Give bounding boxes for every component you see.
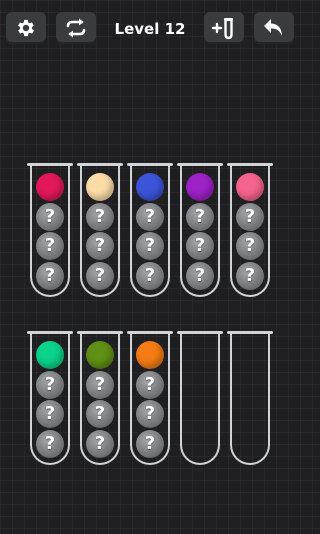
hidden-ball: ? xyxy=(86,232,114,260)
hidden-ball: ? xyxy=(136,203,164,231)
color-ball xyxy=(86,341,114,369)
question-mark: ? xyxy=(44,206,56,227)
color-ball xyxy=(36,341,64,369)
hidden-ball: ? xyxy=(186,203,214,231)
color-ball xyxy=(136,173,164,201)
question-mark: ? xyxy=(244,265,256,286)
tube-2[interactable]: ??? xyxy=(77,163,123,297)
hidden-ball: ? xyxy=(136,430,164,458)
question-mark: ? xyxy=(44,433,56,454)
color-ball xyxy=(86,173,114,201)
hidden-ball: ? xyxy=(36,371,64,399)
hidden-ball: ? xyxy=(86,371,114,399)
shuffle-icon xyxy=(64,17,88,39)
top-bar: Level 12 xyxy=(0,0,300,60)
color-ball xyxy=(186,173,214,201)
hidden-ball: ? xyxy=(236,262,264,290)
level-title: Level 12 xyxy=(114,20,186,38)
hidden-ball: ? xyxy=(136,400,164,428)
color-ball xyxy=(36,173,64,201)
question-mark: ? xyxy=(94,374,106,395)
undo-icon xyxy=(262,17,286,39)
add-tube-button[interactable] xyxy=(204,12,244,44)
question-mark: ? xyxy=(44,235,56,256)
tube-4[interactable]: ??? xyxy=(177,163,223,297)
color-ball xyxy=(136,341,164,369)
hidden-ball: ? xyxy=(136,232,164,260)
tube-10[interactable] xyxy=(227,331,273,465)
color-ball xyxy=(236,173,264,201)
question-mark: ? xyxy=(144,235,156,256)
question-mark: ? xyxy=(144,403,156,424)
tube-6[interactable]: ??? xyxy=(27,331,73,465)
hidden-ball: ? xyxy=(186,232,214,260)
tube-3[interactable]: ??? xyxy=(127,163,173,297)
hidden-ball: ? xyxy=(36,203,64,231)
hidden-ball: ? xyxy=(86,262,114,290)
hidden-ball: ? xyxy=(86,400,114,428)
hidden-ball: ? xyxy=(136,262,164,290)
hidden-ball: ? xyxy=(36,262,64,290)
hidden-ball: ? xyxy=(36,232,64,260)
question-mark: ? xyxy=(44,403,56,424)
question-mark: ? xyxy=(144,265,156,286)
gear-icon xyxy=(15,17,37,39)
question-mark: ? xyxy=(94,433,106,454)
tube-9[interactable] xyxy=(177,331,223,465)
hidden-ball: ? xyxy=(186,262,214,290)
question-mark: ? xyxy=(144,433,156,454)
hidden-ball: ? xyxy=(86,203,114,231)
tube-7[interactable]: ??? xyxy=(77,331,123,465)
question-mark: ? xyxy=(144,374,156,395)
tube-8[interactable]: ??? xyxy=(127,331,173,465)
add-tube-icon xyxy=(211,15,237,41)
hidden-ball: ? xyxy=(136,371,164,399)
hidden-ball: ? xyxy=(36,400,64,428)
question-mark: ? xyxy=(94,403,106,424)
question-mark: ? xyxy=(44,265,56,286)
hidden-ball: ? xyxy=(36,430,64,458)
undo-button[interactable] xyxy=(254,12,294,44)
hidden-ball: ? xyxy=(86,430,114,458)
question-mark: ? xyxy=(94,206,106,227)
question-mark: ? xyxy=(94,235,106,256)
question-mark: ? xyxy=(44,374,56,395)
question-mark: ? xyxy=(194,265,206,286)
hidden-ball: ? xyxy=(236,203,264,231)
tube-5[interactable]: ??? xyxy=(227,163,273,297)
tube-1[interactable]: ??? xyxy=(27,163,73,297)
question-mark: ? xyxy=(94,265,106,286)
settings-button[interactable] xyxy=(6,12,46,44)
question-mark: ? xyxy=(194,206,206,227)
question-mark: ? xyxy=(244,235,256,256)
question-mark: ? xyxy=(194,235,206,256)
hidden-ball: ? xyxy=(236,232,264,260)
question-mark: ? xyxy=(244,206,256,227)
question-mark: ? xyxy=(144,206,156,227)
shuffle-button[interactable] xyxy=(56,12,96,44)
